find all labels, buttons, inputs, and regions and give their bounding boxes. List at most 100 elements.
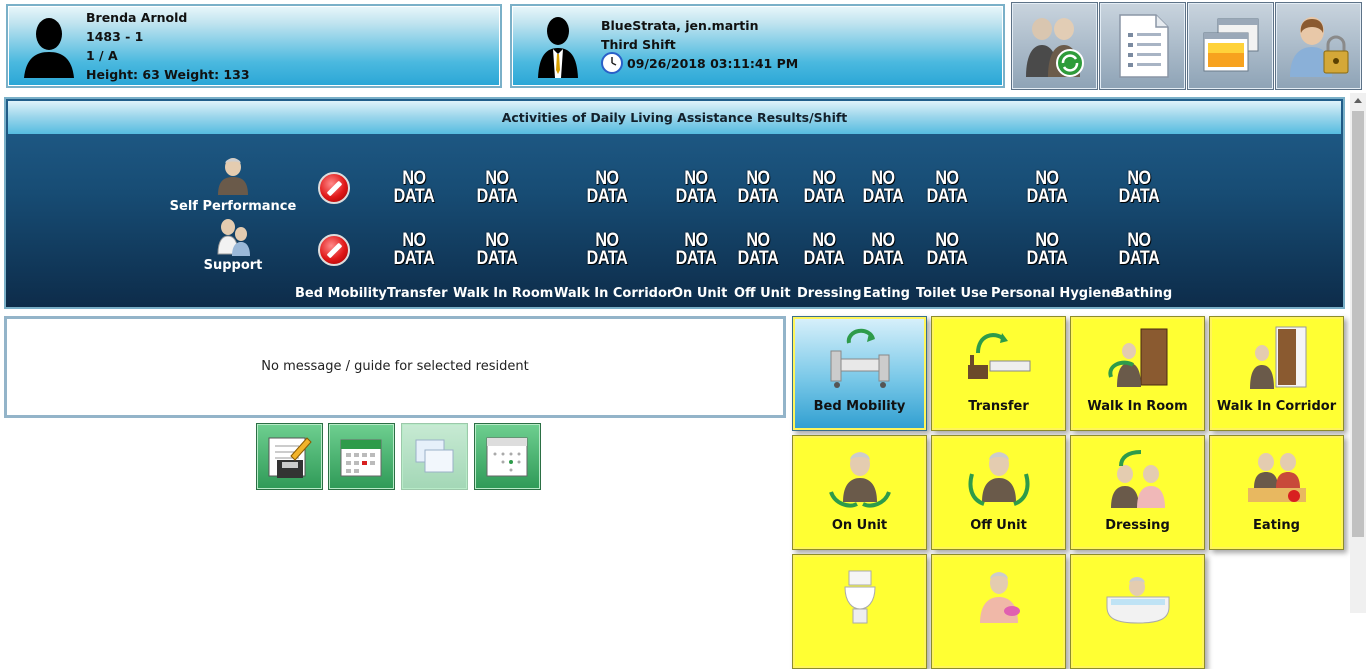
bathing-icon <box>1106 577 1170 624</box>
no-entry-icon-self-performance-bed-mobility <box>318 172 350 204</box>
row-label-self-performance: Self Performance <box>169 199 297 214</box>
schedule-grid-button[interactable] <box>474 423 541 490</box>
resident-message-text: No message / guide for selected resident <box>261 359 529 374</box>
row-label-support: Support <box>203 258 263 273</box>
toilet-icon <box>844 570 876 624</box>
adl-board-title: Activities of Daily Living Assistance Re… <box>8 101 1341 134</box>
clock-icon <box>601 52 623 74</box>
nodata-self-personal-hygiene: NO DATA <box>1026 168 1068 207</box>
nodata-support-off-unit: NO DATA <box>737 230 779 269</box>
column-label-eating: Eating <box>863 286 910 301</box>
bed-mobility-icon <box>830 328 890 388</box>
nodata-self-walk-in-corridor: NO DATA <box>586 168 628 207</box>
on-unit-icon <box>829 452 891 508</box>
transfer-icon <box>968 333 1031 379</box>
tile-bathing[interactable] <box>1070 554 1205 669</box>
staff-avatar-icon <box>538 17 578 78</box>
windows-gallery-icon <box>1203 18 1259 72</box>
resident-silhouette-icon <box>24 18 74 78</box>
nodata-support-bathing: NO DATA <box>1118 230 1160 269</box>
nodata-support-transfer: NO DATA <box>393 230 435 269</box>
windows-icon <box>415 439 454 473</box>
elderly-person-icon <box>218 158 248 195</box>
current-datetime: 09/26/2018 03:11:41 PM <box>627 56 799 71</box>
notes-list-button[interactable] <box>1099 2 1186 90</box>
nodata-support-toilet-use: NO DATA <box>926 230 968 269</box>
page-scrollbar[interactable] <box>1350 93 1366 613</box>
tile-off-unit[interactable]: Off Unit <box>931 435 1066 550</box>
nodata-self-transfer: NO DATA <box>393 168 435 207</box>
nodata-support-eating: NO DATA <box>862 230 904 269</box>
tile-dressing[interactable]: Dressing <box>1070 435 1205 550</box>
staff-shift: Third Shift <box>601 37 676 52</box>
tile-label: Walk In Corridor <box>1216 399 1337 414</box>
tile-eating[interactable]: Eating <box>1209 435 1344 550</box>
column-label-toilet-use: Toilet Use <box>916 286 988 301</box>
nodata-support-personal-hygiene: NO DATA <box>1026 230 1068 269</box>
tile-label: Transfer <box>968 399 1029 414</box>
personal-hygiene-icon <box>980 572 1020 623</box>
user-lock-icon <box>1290 17 1349 77</box>
tile-bed-mobility[interactable]: Bed Mobility <box>792 316 927 431</box>
assistance-icon <box>217 219 250 256</box>
resident-name: Brenda Arnold <box>86 10 188 25</box>
windows-button[interactable] <box>1187 2 1274 90</box>
nodata-self-toilet-use: NO DATA <box>926 168 968 207</box>
windows-view-button[interactable] <box>401 423 468 490</box>
logout-lock-button[interactable] <box>1275 2 1362 90</box>
tile-label: Eating <box>1253 518 1300 533</box>
column-label-dressing: Dressing <box>797 286 862 301</box>
column-label-personal-hygiene: Personal Hygiene <box>991 286 1120 301</box>
dressing-icon <box>1111 450 1165 508</box>
resident-message-box: No message / guide for selected resident <box>4 316 786 418</box>
staff-name: BlueStrata, jen.martin <box>601 18 759 33</box>
tile-on-unit[interactable]: On Unit <box>792 435 927 550</box>
nodata-self-eating: NO DATA <box>862 168 904 207</box>
scroll-up-icon[interactable] <box>1354 98 1362 103</box>
column-label-walk-in-room: Walk In Room <box>453 286 554 301</box>
list-document-icon <box>1119 14 1169 78</box>
column-label-bathing: Bathing <box>1115 286 1173 301</box>
tile-walk-in-room[interactable]: Walk In Room <box>1070 316 1205 431</box>
tile-label: Bed Mobility <box>813 399 906 414</box>
calendar-button[interactable] <box>328 423 395 490</box>
nodata-support-walk-in-corridor: NO DATA <box>586 230 628 269</box>
tile-walk-in-corridor[interactable]: Walk In Corridor <box>1209 316 1344 431</box>
resident-panel: Brenda Arnold 1483 - 1 1 / A Height: 63 … <box>6 4 502 88</box>
nodata-self-dressing: NO DATA <box>803 168 845 207</box>
nodata-self-on-unit: NO DATA <box>675 168 717 207</box>
eating-icon <box>1248 453 1306 502</box>
calendar-icon <box>340 439 382 477</box>
staff-panel: BlueStrata, jen.martin Third Shift 09/26… <box>510 4 1005 88</box>
resident-room: 1 / A <box>86 48 118 63</box>
tile-personal-hygiene[interactable] <box>931 554 1066 669</box>
save-notes-icon <box>268 437 312 478</box>
save-notes-button[interactable] <box>256 423 323 490</box>
tile-label: On Unit <box>831 518 888 533</box>
column-label-bed-mobility: Bed Mobility <box>295 286 387 301</box>
no-entry-icon-support-bed-mobility <box>318 234 350 266</box>
tile-label: Walk In Room <box>1087 399 1188 414</box>
resident-measurements: Height: 63 Weight: 133 <box>86 67 250 82</box>
switch-resident-icon <box>1026 18 1084 77</box>
nodata-self-bathing: NO DATA <box>1118 168 1160 207</box>
nodata-support-walk-in-room: NO DATA <box>476 230 518 269</box>
off-unit-icon <box>968 452 1030 506</box>
nodata-support-on-unit: NO DATA <box>675 230 717 269</box>
tile-toilet-use[interactable] <box>792 554 927 669</box>
schedule-grid-icon <box>486 437 528 477</box>
walk-in-room-icon <box>1108 328 1168 387</box>
walk-in-corridor-icon <box>1250 326 1307 389</box>
column-label-on-unit: On Unit <box>672 286 728 301</box>
nodata-self-off-unit: NO DATA <box>737 168 779 207</box>
switch-resident-button[interactable] <box>1011 2 1098 90</box>
tile-transfer[interactable]: Transfer <box>931 316 1066 431</box>
tile-label: Dressing <box>1105 518 1170 533</box>
column-label-transfer: Transfer <box>387 286 448 301</box>
scroll-thumb[interactable] <box>1352 111 1364 537</box>
nodata-self-walk-in-room: NO DATA <box>476 168 518 207</box>
column-label-walk-in-corridor: Walk In Corridor <box>554 286 674 301</box>
resident-id: 1483 - 1 <box>86 29 144 44</box>
nodata-support-dressing: NO DATA <box>803 230 845 269</box>
tile-label: Off Unit <box>970 518 1027 533</box>
